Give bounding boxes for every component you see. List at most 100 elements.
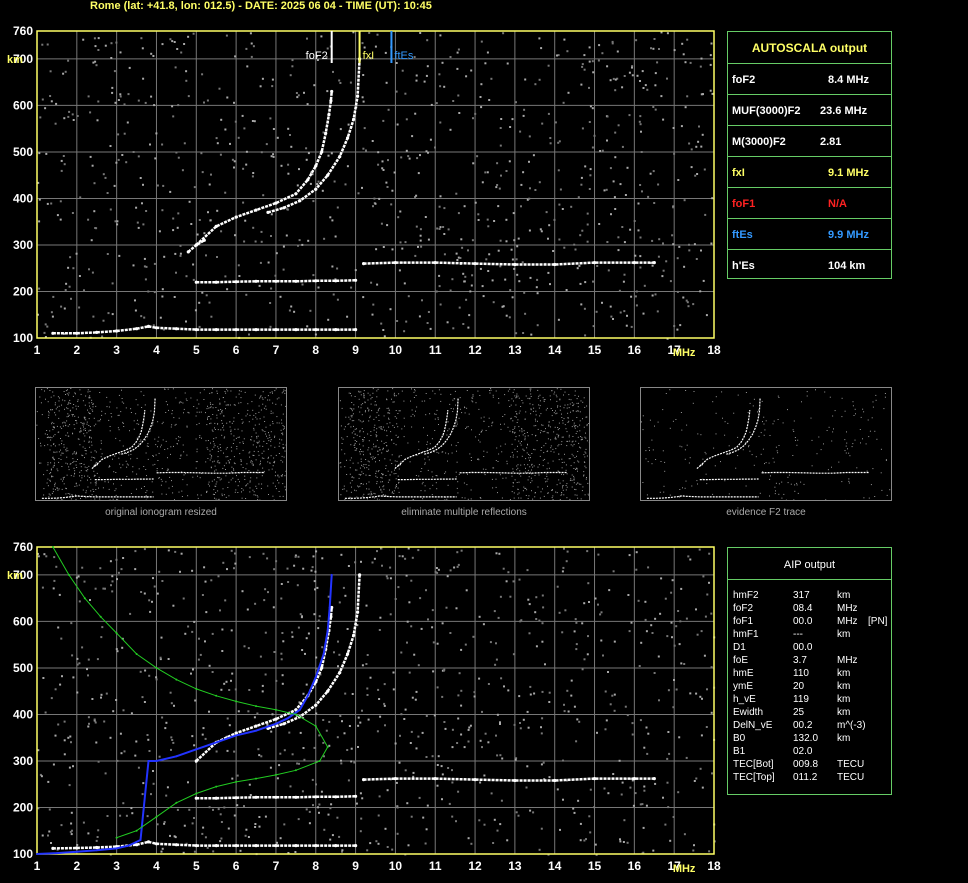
noise-dot [609,167,612,170]
noise-dot [459,257,462,259]
noise-dot [191,630,194,633]
noise-dot [48,410,49,412]
noise-dot [120,411,122,413]
noise-dot [604,728,607,731]
noise-dot [685,756,688,759]
noise-dot [378,420,380,421]
noise-dot [266,435,267,437]
noise-dot [663,485,665,487]
noise-dot [198,403,200,405]
noise-dot [470,69,473,72]
trace-point [314,328,318,332]
noise-dot [370,435,372,436]
noise-dot [242,443,244,444]
noise-dot [46,430,48,431]
noise-dot [217,490,219,492]
noise-dot [483,456,485,457]
noise-dot [735,467,737,469]
noise-dot [705,473,707,475]
noise-dot [82,424,84,426]
aip-cell: 3.7 [793,655,807,666]
noise-dot [577,470,578,472]
noise-dot [540,413,542,415]
noise-dot [418,441,420,443]
noise-dot [560,443,562,445]
trace-line [267,58,361,214]
noise-dot [495,552,498,555]
noise-dot [121,401,123,403]
noise-dot [777,395,779,397]
noise-dot [714,465,716,467]
noise-dot [614,156,617,159]
noise-dot [270,213,273,216]
noise-dot [548,467,550,469]
noise-dot [123,402,125,404]
aip-cell: 110 [793,668,809,679]
noise-dot [156,468,158,469]
noise-dot [429,443,431,445]
noise-dot [579,839,582,842]
noise-dot [385,475,387,476]
noise-dot [382,426,384,428]
noise-dot [619,840,622,843]
noise-dot [400,455,402,456]
noise-dot [547,492,549,494]
noise-dot [378,414,380,416]
noise-dot [65,425,67,427]
noise-dot [239,849,242,852]
noise-dot [697,433,699,435]
noise-dot [574,494,576,496]
noise-dot [257,469,259,471]
noise-dot [700,57,703,60]
noise-dot [361,709,363,712]
noise-dot [284,427,285,429]
noise-dot [261,483,263,485]
noise-dot [49,436,51,438]
noise-dot [274,475,276,477]
noise-dot [506,839,509,842]
noise-dot [211,392,213,394]
aip-divider [728,579,891,580]
noise-dot [497,205,500,208]
noise-dot [206,408,208,410]
trace-point [135,829,138,832]
noise-dot [597,553,600,556]
trace-point [553,262,557,267]
noise-dot [844,450,846,452]
noise-dot [225,34,228,37]
noise-dot [544,458,546,460]
noise-dot [49,390,51,391]
noise-dot [618,289,621,292]
noise-dot [99,567,102,570]
noise-dot [97,37,100,40]
noise-dot [775,482,777,484]
noise-dot [500,423,501,425]
noise-dot [485,468,487,470]
noise-dot [489,641,492,644]
noise-dot [630,325,633,328]
noise-dot [558,453,560,455]
noise-dot [486,171,489,174]
noise-dot [573,424,575,426]
noise-dot [44,390,45,392]
noise-dot [40,402,42,404]
noise-dot [573,705,576,708]
noise-dot [456,461,458,463]
noise-dot [209,423,211,425]
noise-dot [88,477,90,478]
noise-dot [794,437,796,438]
noise-dot [329,838,332,841]
noise-dot [502,567,505,570]
noise-dot [340,553,343,556]
noise-dot [772,457,774,459]
noise-dot [62,425,64,427]
noise-dot [240,390,242,392]
noise-dot [153,455,154,457]
noise-dot [312,555,315,558]
noise-dot [367,493,369,495]
noise-dot [239,481,240,483]
noise-dot [73,460,75,462]
noise-dot [456,67,459,70]
noise-dot [268,440,270,442]
noise-dot [127,93,130,96]
